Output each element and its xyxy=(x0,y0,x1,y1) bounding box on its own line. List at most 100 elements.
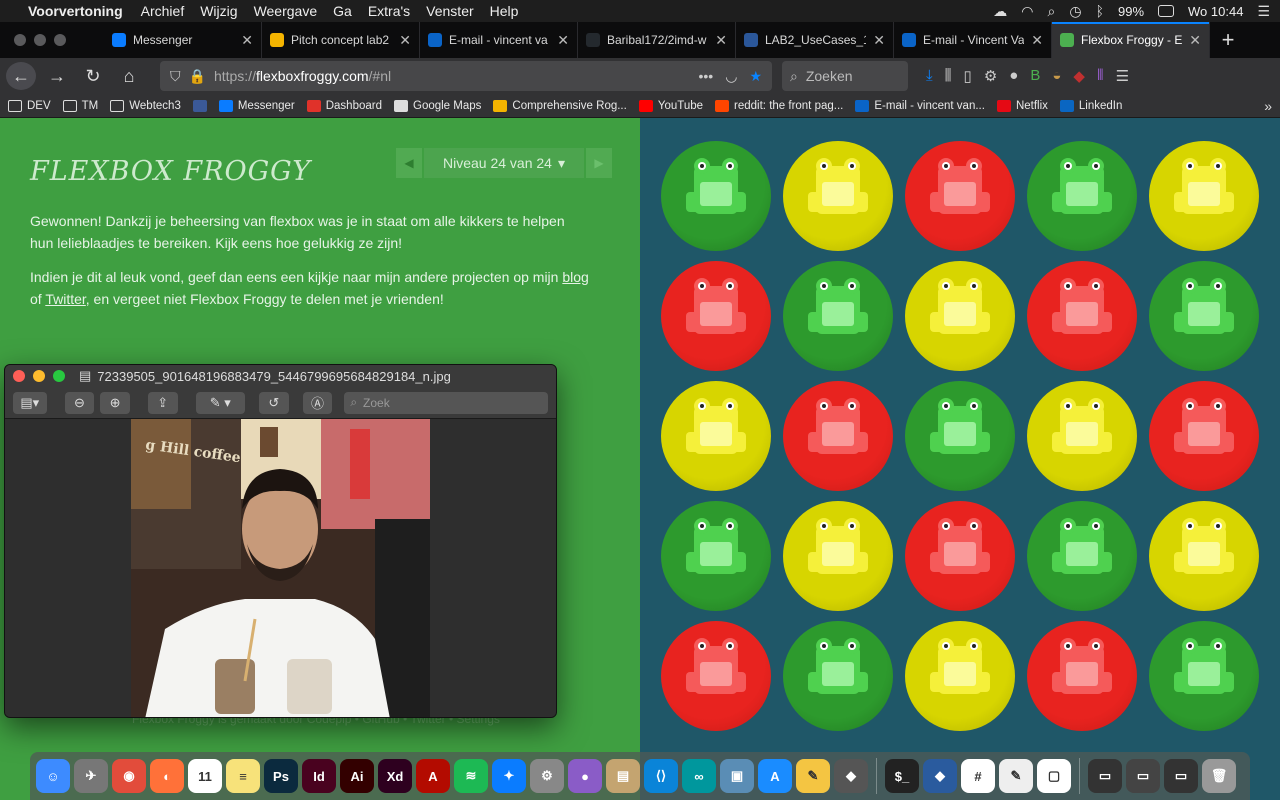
dock-app-acrobat-icon[interactable]: A xyxy=(416,759,450,793)
bookmark-item[interactable]: Messenger xyxy=(218,99,295,112)
browser-tab[interactable]: Pitch concept lab2 ✕ xyxy=(262,22,420,58)
new-tab-button[interactable]: + xyxy=(1210,22,1246,58)
extension-cookie-icon[interactable]: ◒ xyxy=(1052,67,1061,85)
blog-link[interactable]: blog xyxy=(562,269,588,285)
page-actions-icon[interactable]: ••• xyxy=(699,68,714,85)
menu-help[interactable]: Help xyxy=(490,3,519,19)
zoom-in-button[interactable]: ⊕ xyxy=(100,391,130,414)
level-dropdown[interactable]: Niveau 24 van 24 ▾ xyxy=(424,148,584,178)
browser-tab[interactable]: Flexbox Froggy - E ✕ xyxy=(1052,22,1210,58)
browser-tab[interactable]: E-mail - vincent va ✕ xyxy=(420,22,578,58)
search-icon[interactable]: ⌕ xyxy=(1048,3,1056,20)
lock-icon[interactable]: 🔒 xyxy=(189,68,206,85)
dock-app-screenshot-3-icon[interactable]: ▭ xyxy=(1164,759,1198,793)
close-window-button[interactable] xyxy=(14,34,26,46)
menu-wijzig[interactable]: Wijzig xyxy=(200,3,237,19)
dock-app-document-icon[interactable]: ▢ xyxy=(1037,759,1071,793)
markup-toolbar-button[interactable]: Ⓐ xyxy=(302,391,333,414)
dock-app-textedit-icon[interactable]: ✎ xyxy=(999,759,1033,793)
extension-b-icon[interactable]: B xyxy=(1030,67,1040,85)
zoom-out-button[interactable]: ⊖ xyxy=(64,391,95,414)
browser-tab[interactable]: LAB2_UseCases_1(✕ xyxy=(736,22,894,58)
bookmark-star-icon[interactable]: ★ xyxy=(749,68,762,85)
bookmark-item[interactable]: LinkedIn xyxy=(1059,99,1122,112)
extension-red-icon[interactable]: ◆ xyxy=(1073,67,1085,85)
dock-app-spotify-icon[interactable]: ≋ xyxy=(454,759,488,793)
dock-app-indesign-icon[interactable]: Id xyxy=(302,759,336,793)
dock-app-pencil-icon[interactable]: ✎ xyxy=(796,759,830,793)
account-icon[interactable]: ● xyxy=(1009,67,1018,85)
notification-center-icon[interactable]: ☰ xyxy=(1257,3,1270,20)
search-input[interactable]: ⌕ Zoeken xyxy=(782,61,908,91)
dock-app-terminal-icon[interactable]: $_ xyxy=(885,759,919,793)
pocket-icon[interactable]: ◡ xyxy=(725,68,737,85)
sidebar-toggle-button[interactable]: ▤▾ xyxy=(13,391,47,414)
wifi-icon[interactable]: ◠ xyxy=(1021,3,1033,20)
dock-app-arduino-icon[interactable]: ∞ xyxy=(682,759,716,793)
dock-app-stack-icon[interactable]: ▤ xyxy=(606,759,640,793)
dock-app-evernote-2-icon[interactable]: ◆ xyxy=(923,759,957,793)
dock-app-illustrator-icon[interactable]: Ai xyxy=(340,759,374,793)
dock-app-photoshop-icon[interactable]: Ps xyxy=(264,759,298,793)
menu-extras[interactable]: Extra's xyxy=(368,3,410,19)
forward-button[interactable]: → xyxy=(42,62,72,90)
rotate-button[interactable]: ↺ xyxy=(259,391,289,414)
dock-app-app-store-icon[interactable]: A xyxy=(758,759,792,793)
bookmark-item[interactable]: Netflix xyxy=(996,99,1048,112)
more-bookmarks-icon[interactable]: » xyxy=(1264,98,1272,114)
menu-hamburger-icon[interactable]: ☰ xyxy=(1116,67,1129,85)
close-preview-button[interactable] xyxy=(13,370,25,382)
twitter-link[interactable]: Twitter xyxy=(45,291,85,307)
dock-app-slack-icon[interactable]: # xyxy=(961,759,995,793)
previous-level-button[interactable]: ◀ xyxy=(396,148,422,178)
dock-app-finder-icon[interactable]: ☺ xyxy=(36,759,70,793)
library-icon[interactable]: ⫼ xyxy=(945,67,952,85)
downloads-icon[interactable]: ⤓ xyxy=(926,67,933,85)
address-bar[interactable]: ⛉ 🔒 https://flexboxfroggy.com/#nl ••• ◡ … xyxy=(160,61,772,91)
clock[interactable]: Wo 10:44 xyxy=(1188,4,1243,19)
extension-gear-icon[interactable]: ⚙ xyxy=(984,67,997,85)
time-machine-icon[interactable]: ◷ xyxy=(1069,3,1081,20)
dock-app-messenger-icon[interactable]: ✦ xyxy=(492,759,526,793)
bookmark-item[interactable]: DEV xyxy=(8,99,51,112)
share-button[interactable]: ⇪ xyxy=(147,391,178,414)
close-tab-icon[interactable]: ✕ xyxy=(715,32,727,49)
reload-button[interactable]: ↻ xyxy=(78,62,108,90)
menu-ga[interactable]: Ga xyxy=(333,3,352,19)
dock-app-github-desktop-icon[interactable]: ● xyxy=(568,759,602,793)
bookmark-item[interactable]: YouTube xyxy=(638,99,703,112)
dock-app-screenshot-1-icon[interactable]: ▭ xyxy=(1088,759,1122,793)
dock-app-calendar-icon[interactable]: 11 xyxy=(188,759,222,793)
browser-tab[interactable]: Baribal172/2imd-w ✕ xyxy=(578,22,736,58)
tracking-protection-icon[interactable]: ⛉ xyxy=(170,68,181,85)
dock-app-evernote-icon[interactable]: ◆ xyxy=(834,759,868,793)
bookmark-item[interactable]: Dashboard xyxy=(306,99,382,112)
extension-bars-icon[interactable]: ⦀ xyxy=(1097,67,1104,85)
bookmark-item[interactable]: E-mail - vincent van... xyxy=(855,99,985,112)
back-button[interactable]: ← xyxy=(6,62,36,90)
next-level-button[interactable]: ▶ xyxy=(586,148,612,178)
dock-app-xd-icon[interactable]: Xd xyxy=(378,759,412,793)
menu-weergave[interactable]: Weergave xyxy=(254,3,318,19)
close-tab-icon[interactable]: ✕ xyxy=(399,32,411,49)
browser-tab[interactable]: Messenger ✕ xyxy=(104,22,262,58)
dock-app-firefox-icon[interactable]: ◐ xyxy=(150,759,184,793)
bookmark-item[interactable]: Webtech3 xyxy=(110,99,181,112)
dock-app-launchpad-icon[interactable]: ✈ xyxy=(74,759,108,793)
dock-app-trash-icon[interactable]: 🗑 xyxy=(1202,759,1236,793)
bluetooth-icon[interactable]: ᛒ xyxy=(1096,3,1104,19)
minimize-preview-button[interactable] xyxy=(33,370,45,382)
dock-app-notes-icon[interactable]: ≡ xyxy=(226,759,260,793)
close-tab-icon[interactable]: ✕ xyxy=(241,32,253,49)
dock-app-chrome-icon[interactable]: ◉ xyxy=(112,759,146,793)
dock-app-system-preferences-icon[interactable]: ⚙ xyxy=(530,759,564,793)
dock-app-preview-icon[interactable]: ▣ xyxy=(720,759,754,793)
home-button[interactable]: ⌂ xyxy=(114,62,144,90)
browser-tab[interactable]: E-mail - Vincent Va ✕ xyxy=(894,22,1052,58)
bookmark-item[interactable]: TM xyxy=(62,99,98,112)
app-menu[interactable]: Voorvertoning xyxy=(28,3,123,19)
bookmark-item[interactable]: reddit: the front pag... xyxy=(715,99,843,112)
preview-search-input[interactable]: ⌕ Zoek xyxy=(344,391,549,414)
dock-app-screenshot-2-icon[interactable]: ▭ xyxy=(1126,759,1160,793)
close-tab-icon[interactable]: ✕ xyxy=(1031,32,1043,49)
